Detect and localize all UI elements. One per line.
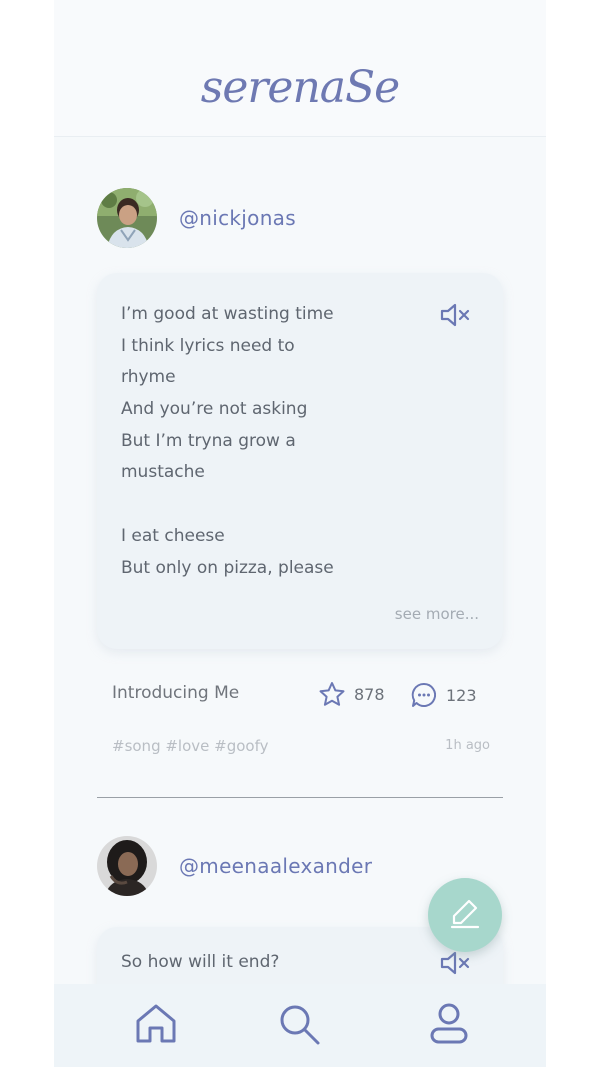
speaker-mute-icon[interactable] — [439, 303, 471, 327]
lyric-line: But only on pizza, please — [121, 557, 334, 578]
lyric-line: I eat cheese — [121, 525, 225, 546]
star-count: 878 — [354, 684, 385, 704]
lyric-card[interactable]: I’m good at wasting time I think lyrics … — [97, 273, 503, 649]
nav-search-button[interactable] — [275, 1002, 323, 1050]
post-header: @nickjonas — [97, 188, 296, 248]
star-stat[interactable]: 878 — [318, 681, 385, 707]
song-title[interactable]: Introducing Me — [112, 683, 239, 703]
post-time: 1h ago — [445, 738, 490, 753]
compose-button[interactable] — [428, 878, 502, 952]
search-icon — [276, 1001, 322, 1051]
profile-icon — [426, 1001, 472, 1051]
app-screen: serenaSe @nickjonas I’m good at wasting … — [54, 0, 546, 1067]
star-icon[interactable] — [318, 681, 346, 707]
app-header: serenaSe — [54, 0, 546, 137]
nav-profile-button[interactable] — [425, 1002, 473, 1050]
pencil-icon — [448, 896, 482, 934]
lyric-line — [121, 489, 334, 521]
lyric-line: I’m good at wasting time — [121, 304, 334, 324]
speaker-mute-icon[interactable] — [439, 951, 471, 975]
lyric-lines: I’m good at wasting time I think lyrics … — [121, 299, 334, 584]
app-logo: serenaSe — [200, 62, 400, 113]
lyric-line: I think lyrics need to — [121, 335, 295, 356]
post-meta: Introducing Me 878 123 — [112, 681, 492, 709]
post-tags[interactable]: #song #love #goofy — [112, 737, 268, 755]
lyric-line: rhyme — [121, 367, 176, 388]
lyric-line: But I’m tryna grow a — [121, 430, 296, 451]
post-header: @meenaalexander — [97, 836, 372, 896]
home-icon — [133, 1001, 179, 1051]
lyric-lines: So how will it end? — [121, 947, 279, 979]
see-more-link[interactable]: see more... — [395, 605, 479, 623]
lyric-line: So how will it end? — [121, 952, 280, 972]
comment-icon[interactable] — [410, 681, 438, 709]
comment-stat[interactable]: 123 — [410, 681, 477, 709]
post-divider — [97, 797, 503, 798]
lyric-line: mustache — [121, 462, 205, 483]
avatar[interactable] — [97, 836, 157, 896]
bottom-nav — [54, 984, 546, 1067]
username[interactable]: @nickjonas — [179, 206, 296, 230]
username[interactable]: @meenaalexander — [179, 854, 372, 878]
nav-home-button[interactable] — [132, 1002, 180, 1050]
comment-count: 123 — [446, 685, 477, 705]
avatar[interactable] — [97, 188, 157, 248]
lyric-line: And you’re not asking — [121, 399, 308, 420]
